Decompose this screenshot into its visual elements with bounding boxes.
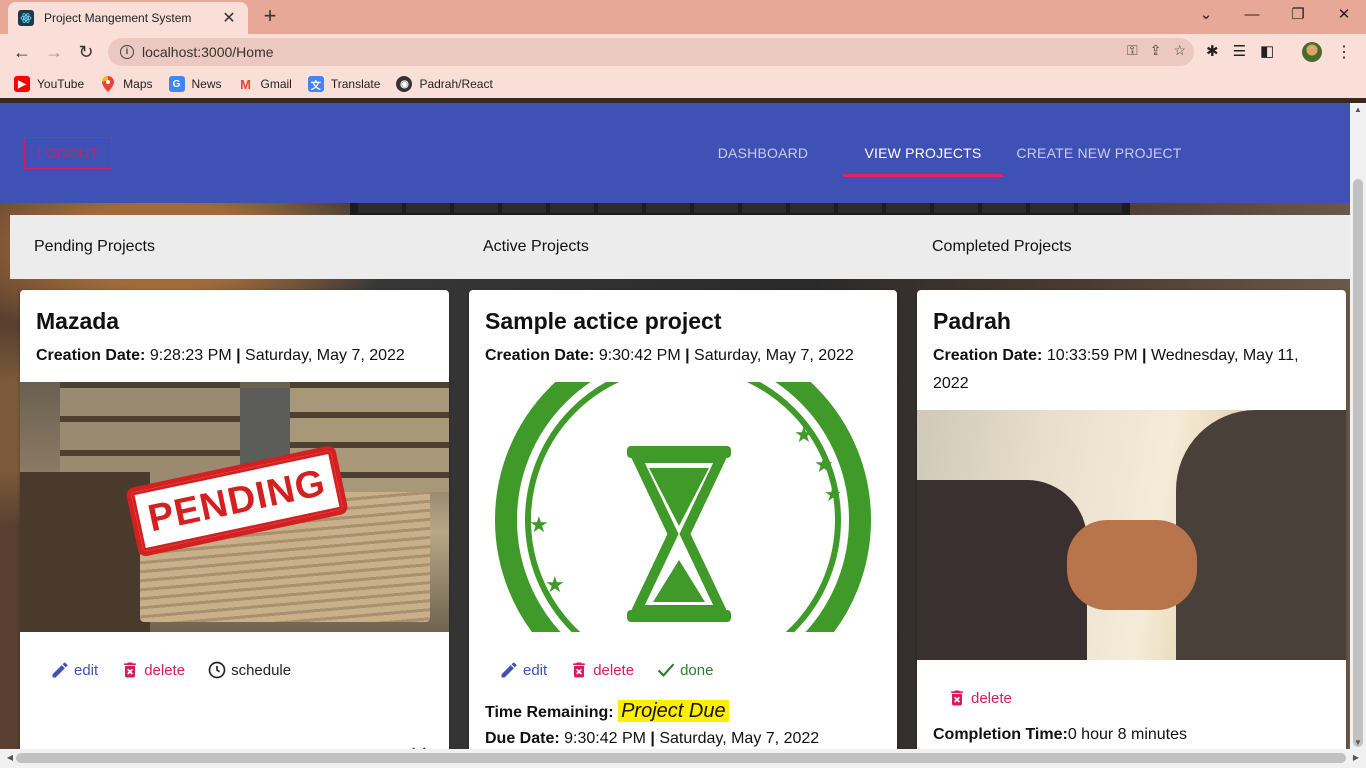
completion-time: Completion Time:0 hour 8 minutes	[933, 726, 1188, 743]
horizontal-scrollbar[interactable]: ◀ ▶	[0, 749, 1366, 768]
vertical-scroll-thumb[interactable]	[1353, 179, 1363, 747]
bookmark-padrah-react[interactable]: ◉ Padrah/React	[396, 76, 493, 92]
scroll-right-arrow-icon[interactable]: ▶	[1348, 753, 1364, 762]
extensions-puzzle-icon[interactable]: ✱	[1206, 42, 1219, 60]
browser-tab[interactable]: Project Mangement System ✕	[8, 2, 248, 34]
tab-close-icon[interactable]: ✕	[220, 8, 238, 28]
schedule-button[interactable]: schedule	[207, 660, 291, 680]
creation-date: Creation Date: 10:33:59 PM | Wednesday, …	[933, 347, 1299, 392]
creation-date: Creation Date: 9:28:23 PM | Saturday, Ma…	[36, 347, 405, 364]
scroll-down-arrow-icon[interactable]: ▼	[1350, 738, 1366, 747]
pencil-icon	[501, 662, 517, 678]
completed-projects-heading: Completed Projects	[932, 238, 1072, 255]
edit-button[interactable]: edit	[499, 660, 547, 680]
translate-icon: 文	[307, 76, 324, 92]
bookmark-star-icon[interactable]: ☆	[1173, 42, 1186, 59]
nav-tab-dashboard[interactable]: DASHBOARD	[700, 139, 826, 179]
active-projects-heading: Active Projects	[483, 238, 589, 255]
trash-icon	[573, 662, 586, 678]
app-bar: LOGOUT DASHBOARD VIEW PROJECTS CREATE NE…	[0, 103, 1350, 203]
clock-icon	[208, 661, 226, 679]
bookmark-translate[interactable]: 文 Translate	[307, 76, 380, 92]
github-icon: ◉	[396, 76, 413, 92]
gmail-icon: M	[240, 76, 251, 92]
done-button[interactable]: done	[656, 660, 713, 680]
star-icon: ★	[794, 422, 814, 447]
creation-date: Creation Date: 9:30:42 PM | Saturday, Ma…	[485, 347, 854, 364]
restore-icon[interactable]: ❐	[1286, 4, 1310, 26]
handshake-image	[917, 410, 1346, 660]
project-status-header: Pending Projects Active Projects Complet…	[10, 215, 1350, 279]
maps-pin-icon	[100, 76, 116, 92]
active-project-card: Sample actice project Creation Date: 9:3…	[469, 290, 897, 749]
nav-tab-view-projects[interactable]: VIEW PROJECTS	[843, 139, 1003, 179]
tab-title: Project Mangement System	[44, 11, 192, 25]
pencil-icon	[52, 662, 68, 678]
react-favicon-icon	[18, 10, 34, 26]
key-icon[interactable]: ⚿	[1127, 42, 1138, 59]
active-tab-indicator	[843, 174, 1003, 177]
logout-button[interactable]: LOGOUT	[24, 137, 112, 169]
site-info-icon[interactable]: i	[120, 45, 134, 59]
reload-icon[interactable]: ↻	[74, 40, 98, 64]
browser-tab-strip: Project Mangement System ✕ + ⌄ — ❐ ✕	[0, 0, 1366, 34]
bookmark-gmail[interactable]: M Gmail	[238, 76, 292, 92]
project-title: Mazada	[36, 308, 120, 334]
share-icon[interactable]: ⇪	[1150, 42, 1162, 59]
in-progress-stamp-image: ★ ★ ★ ★ ★	[469, 382, 897, 632]
completed-project-card: Padrah Creation Date: 10:33:59 PM | Wedn…	[917, 290, 1346, 749]
trash-icon	[124, 662, 137, 678]
url-text[interactable]: localhost:3000/Home	[142, 44, 274, 60]
address-bar[interactable]: i localhost:3000/Home ⚿ ⇪ ☆	[108, 38, 1194, 66]
horizontal-scroll-thumb[interactable]	[16, 753, 1346, 763]
tab-search-chevron-icon[interactable]: ⌄	[1194, 4, 1218, 26]
profile-avatar[interactable]	[1302, 42, 1322, 62]
delete-button[interactable]: delete	[947, 688, 1012, 708]
window-close-icon[interactable]: ✕	[1332, 4, 1356, 26]
youtube-icon: ▶	[14, 76, 30, 92]
hourglass-icon	[627, 446, 731, 622]
browser-toolbar: ← → ↻ i localhost:3000/Home ⚿ ⇪ ☆ ✱ ☰ ◧ …	[0, 34, 1366, 70]
minimize-icon[interactable]: —	[1240, 4, 1264, 26]
star-icon: ★	[529, 512, 549, 537]
star-icon: ★	[824, 484, 842, 506]
bookmark-news[interactable]: G News	[168, 76, 222, 92]
pending-projects-heading: Pending Projects	[34, 238, 155, 255]
checkmark-icon	[657, 663, 675, 677]
pending-project-card: Mazada Creation Date: 9:28:23 PM | Satur…	[20, 290, 449, 749]
nav-tab-create-new-project[interactable]: CREATE NEW PROJECT	[1003, 139, 1195, 179]
trash-icon	[951, 690, 963, 706]
star-icon: ★	[545, 572, 565, 597]
news-icon: G	[168, 76, 185, 92]
back-arrow-icon[interactable]: ←	[10, 40, 34, 64]
time-remaining: Time Remaining: Project Due	[485, 700, 729, 723]
due-date: Due Date: 9:30:42 PM | Saturday, May 7, …	[485, 730, 820, 747]
edit-button[interactable]: edit	[50, 660, 98, 680]
background-keyboard-image	[350, 201, 1130, 215]
side-panel-icon[interactable]: ◧	[1260, 42, 1274, 60]
page-viewport: LOGOUT DASHBOARD VIEW PROJECTS CREATE NE…	[0, 103, 1350, 749]
bookmarks-bar: ▶ YouTube Maps G News M Gmail 文 Translat…	[0, 70, 1366, 98]
new-tab-plus-icon[interactable]: +	[258, 4, 282, 28]
delete-button[interactable]: delete	[120, 660, 185, 680]
delete-button[interactable]: delete	[569, 660, 634, 680]
bookmark-maps[interactable]: Maps	[100, 76, 153, 92]
project-title: Sample actice project	[485, 308, 722, 334]
scroll-up-arrow-icon[interactable]: ▲	[1350, 105, 1366, 114]
browser-menu-icon[interactable]: ⋮	[1336, 42, 1352, 62]
project-title: Padrah	[933, 308, 1011, 334]
forward-arrow-icon[interactable]: →	[42, 40, 66, 64]
star-icon: ★	[814, 452, 834, 477]
project-due-badge: Project Due	[618, 700, 729, 722]
pending-project-image: PENDING	[20, 382, 449, 632]
reading-list-icon[interactable]: ☰	[1233, 42, 1246, 60]
bookmark-youtube[interactable]: ▶ YouTube	[14, 76, 84, 92]
vertical-scrollbar[interactable]: ▲ ▼	[1350, 103, 1366, 749]
